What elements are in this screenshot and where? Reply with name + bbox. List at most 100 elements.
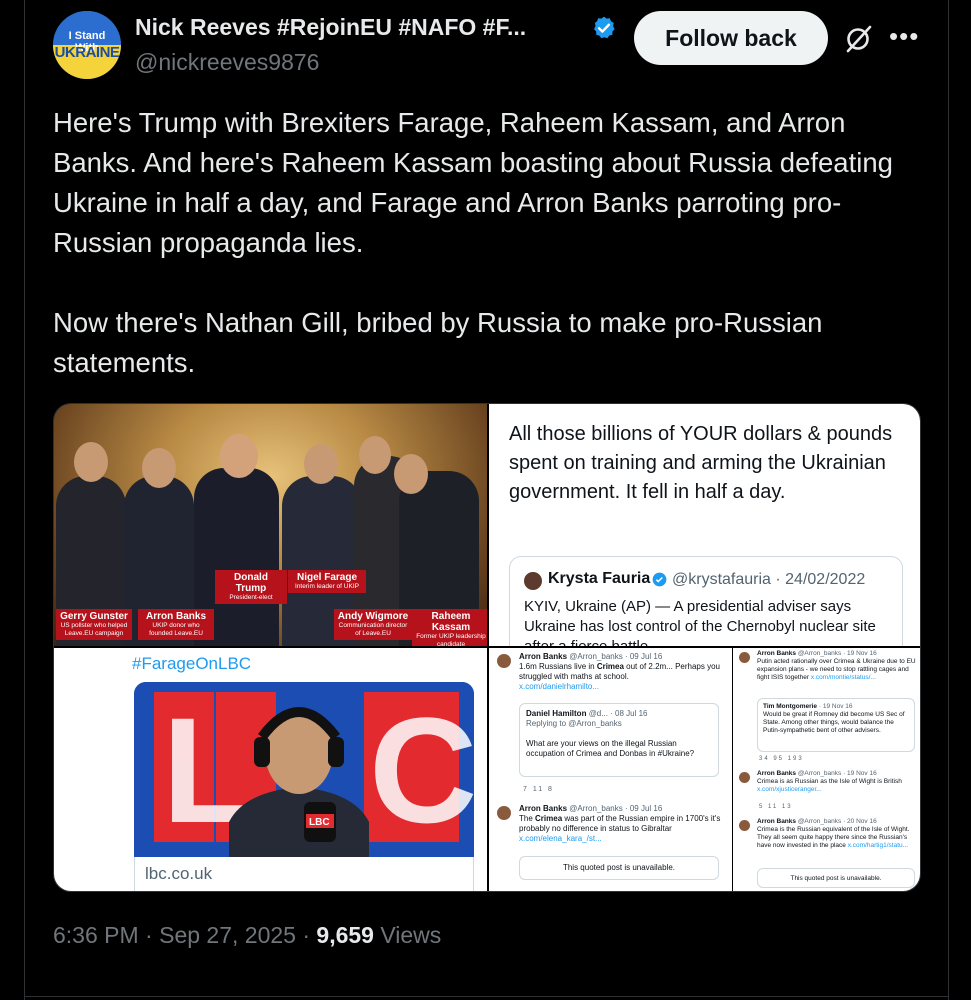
more-icon[interactable]: ••• [889, 23, 919, 54]
mini-quoted-card: Daniel Hamilton @d... · 08 Jul 16 Replyi… [519, 703, 719, 777]
mini-tweet-link: x.com/xjusticeranger... [757, 786, 822, 793]
grok-icon[interactable] [843, 24, 873, 54]
mini-quoted-name: Daniel Hamilton [526, 709, 587, 718]
caption-name: Andy Wigmore [337, 611, 409, 622]
mini-tweet-meta: @Arron_banks · 20 Nov 16 [797, 818, 877, 825]
mini-tweet-r1: Arron Banks @Arron_banks · 19 Nov 16 Put… [757, 650, 917, 682]
mini-tweet-2: Arron Banks @Arron_banks · 09 Jul 16 The… [519, 804, 724, 844]
media-tweet-collage[interactable]: Arron Banks @Arron_banks · 09 Jul 16 1.6… [489, 648, 920, 891]
mini-tweet-text: Crimea is as Russian as the Isle of Wigh… [757, 778, 902, 785]
mini-unavailable-text: This quoted post is unavailable. [790, 875, 882, 882]
mini-tweet-name: Arron Banks [519, 652, 568, 661]
follow-back-button[interactable]: Follow back [634, 11, 828, 65]
frame-border-right [948, 0, 949, 1000]
mini-avatar [497, 654, 511, 668]
mini-tweet-meta: @Arron_banks · 19 Nov 16 [797, 650, 877, 657]
lbc-hashtag[interactable]: #FarageOnLBC [132, 654, 251, 674]
mini-tweet-1: Arron Banks @Arron_banks · 09 Jul 16 1.6… [519, 652, 724, 692]
svg-text:C: C [369, 686, 474, 854]
quoted-text: KYIV, Ukraine (AP) — A presidential advi… [524, 598, 876, 646]
mini-quoted-content: Tim Montgomerie · 19 Nov 16 Would be gre… [763, 703, 911, 735]
mini-unavailable-text: This quoted post is unavailable. [562, 863, 676, 872]
mini-tweet-name: Arron Banks [757, 650, 797, 657]
mini-avatar [739, 652, 750, 663]
caption-name: Donald Trump [234, 572, 268, 594]
screenshot-tweet-text: All those billions of YOUR dollars & pou… [509, 423, 893, 503]
mini-tweet-meta: @Arron_banks · 19 Nov 16 [797, 770, 877, 777]
mini-tweet-link: x.com/elena_kara_/st... [519, 834, 602, 843]
collage-divider [732, 648, 733, 891]
separator: · [145, 922, 153, 948]
mini-tweet-name: Arron Banks [519, 804, 568, 813]
mini-tweet-text: 1.6m Russians live in [519, 662, 597, 671]
post-date[interactable]: Sep 27, 2025 [159, 922, 296, 948]
mini-avatar [739, 820, 750, 831]
media-tweet-screenshot[interactable]: All those billions of YOUR dollars & pou… [489, 404, 920, 646]
caption-role: President-elect [229, 594, 273, 601]
caption-role: Communication director of Leave.EU [338, 622, 408, 637]
lbc-studio-illustration: L C LBC [134, 682, 474, 857]
mini-actions: 7 11 8 [523, 786, 554, 793]
views-label: Views [380, 922, 442, 948]
mini-tweet-link: x.com/hartig1/statu... [847, 842, 909, 849]
lbc-link[interactable]: lbc.co.uk [134, 857, 474, 891]
lbc-image: L C LBC [134, 682, 474, 857]
mini-tweet-name: Arron Banks [757, 818, 797, 825]
media-lbc-card[interactable]: #FarageOnLBC L C LBC lbc.co.uk [54, 648, 487, 891]
caption-name: Arron Banks [145, 611, 206, 622]
post-timestamp: 6:36 PM · Sep 27, 2025 · 9,659 Views [53, 922, 441, 949]
person-head [394, 454, 428, 494]
mini-quoted-reply: Replying to @Arron_banks [526, 719, 622, 728]
mini-quoted-meta: @d... · 08 Jul 16 [588, 709, 648, 718]
person-head [220, 434, 258, 478]
mini-unavailable-card: This quoted post is unavailable. [757, 868, 915, 888]
media-grid: Gerry Gunster US pollster who helped Lea… [53, 403, 921, 892]
quoted-name: Krysta Fauria [548, 570, 651, 587]
person-head [142, 448, 176, 488]
mini-quoted-text: Would be great if Romney did become US S… [763, 711, 905, 734]
mini-actions: 34 95 193 [759, 756, 804, 762]
avatar-text-bottom: UKRAINE [54, 44, 120, 61]
person-head [359, 436, 391, 474]
caption-raheem-kassam: Raheem Kassam Former UKIP leadership can… [412, 609, 487, 646]
mini-tweet-name: Arron Banks [757, 770, 797, 777]
handle[interactable]: @nickreeves9876 [135, 49, 319, 76]
mini-tweet-meta: @Arron_banks · 09 Jul 16 [569, 652, 663, 661]
post-text: Here's Trump with Brexiters Farage, Rahe… [53, 103, 923, 383]
mini-tweet-text: The [519, 814, 536, 823]
mini-tweet-link: x.com/danielrhamilto... [519, 682, 600, 691]
caption-donald-trump: Donald Trump President-elect [215, 570, 287, 604]
frame-border-bottom [24, 996, 949, 997]
post-paragraph-1: Here's Trump with Brexiters Farage, Rahe… [53, 107, 893, 258]
mini-quoted-meta: · 19 Nov 16 [818, 703, 853, 710]
media-photo-group[interactable]: Gerry Gunster US pollster who helped Lea… [54, 404, 487, 646]
mini-tweet-r4: Arron Banks @Arron_banks · 20 Nov 16 Cri… [757, 818, 917, 850]
display-name[interactable]: Nick Reeves #RejoinEU #NAFO #F... [135, 14, 526, 41]
mini-tweet-bold: Crimea [596, 662, 624, 671]
mini-tweet-bold: Crimea [535, 814, 563, 823]
person-head [74, 442, 108, 482]
mini-quoted-text: What are your views on the illegal Russi… [526, 739, 695, 758]
caption-role: Former UKIP leadership candidate [416, 633, 486, 646]
caption-name: Gerry Gunster [60, 611, 128, 622]
person-head [304, 444, 338, 484]
post-time[interactable]: 6:36 PM [53, 922, 139, 948]
lbc-mic-logo: LBC [309, 817, 330, 828]
post-paragraph-2: Now there's Nathan Gill, bribed by Russi… [53, 307, 823, 378]
quoted-avatar [524, 572, 542, 590]
mini-quoted-name: Tim Montgomerie [763, 703, 818, 710]
views-count[interactable]: 9,659 [316, 922, 374, 948]
caption-nigel-farage: Nigel Farage Interim leader of UKIP [288, 570, 366, 593]
caption-arron-banks: Arron Banks UKIP donor who founded Leave… [138, 609, 214, 640]
mini-tweet-meta: @Arron_banks · 09 Jul 16 [569, 804, 663, 813]
mini-quoted-card: Tim Montgomerie · 19 Nov 16 Would be gre… [757, 698, 915, 752]
caption-name: Nigel Farage [296, 572, 358, 583]
caption-role: Interim leader of UKIP [295, 583, 359, 590]
mini-avatar [497, 806, 511, 820]
caption-andy-wigmore: Andy Wigmore Communication director of L… [334, 609, 412, 640]
avatar[interactable]: I Stand With UKRAINE [53, 11, 121, 79]
mini-tweet-link: x.com/montie/status/... [810, 674, 876, 681]
caption-role: UKIP donor who founded Leave.EU [149, 622, 203, 637]
verified-badge-icon [594, 16, 615, 39]
mini-actions: 5 11 13 [759, 804, 793, 810]
